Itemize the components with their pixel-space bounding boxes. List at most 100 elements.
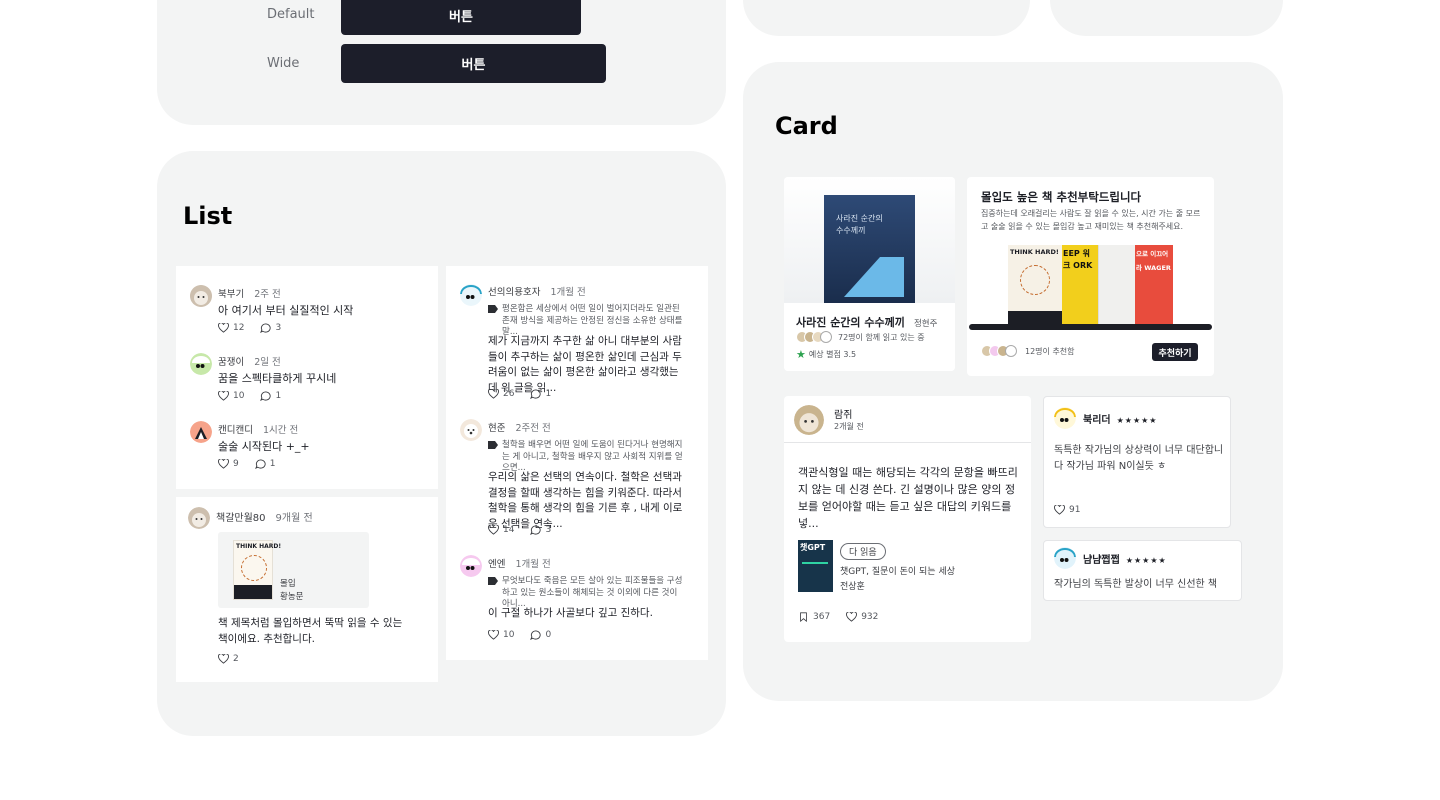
avatar[interactable] bbox=[1054, 547, 1076, 569]
heart-icon[interactable] bbox=[218, 323, 229, 333]
reco-desc: 집중하는데 오래걸리는 사람도 잘 읽을 수 있는, 시간 가는 줄 모르고 술… bbox=[981, 209, 1201, 231]
rating-row: ★ 예상 별점 3.5 bbox=[796, 348, 856, 361]
heart-icon[interactable] bbox=[846, 612, 857, 622]
wide-label: Wide bbox=[267, 56, 300, 71]
post-text: 우리의 삶은 선택의 연속이다. 철학은 선택과 결정을 할때 생각하는 힘을 … bbox=[488, 471, 683, 530]
reader-avatars bbox=[796, 331, 832, 343]
comment-icon[interactable] bbox=[255, 459, 266, 469]
shelf-book-3 bbox=[1098, 245, 1135, 325]
avatar[interactable] bbox=[1054, 407, 1076, 429]
mini-text: 독특한 작가님의 상상력이 너무 대단합니다 작가님 파워 N이실듯 ㅎ bbox=[1054, 445, 1224, 472]
review-divider bbox=[784, 442, 1031, 443]
rating-stars: ★★★★★ bbox=[1116, 416, 1158, 425]
heart-icon[interactable] bbox=[488, 389, 499, 399]
cat-avatar-icon bbox=[794, 405, 824, 435]
mini-review-card[interactable]: 북리더 ★★★★★ 독특한 작가님의 상상력이 너무 대단합니다 작가님 파워 N… bbox=[1043, 396, 1231, 528]
eyes-avatar-icon bbox=[1054, 547, 1076, 569]
comment-meta: 10 0 bbox=[488, 630, 551, 640]
eyes-avatar-icon bbox=[460, 284, 482, 306]
rating-text: 예상 별점 3.5 bbox=[808, 350, 857, 359]
review-text: 책 제목처럼 몰입하면서 뚝딱 읽을 수 있는 책이에요. 추천합니다. bbox=[218, 617, 403, 645]
book-title: 사라진 순간의 수수께끼 bbox=[796, 316, 905, 329]
comment-icon[interactable] bbox=[530, 630, 541, 640]
wide-button[interactable]: 버튼 bbox=[341, 44, 606, 83]
reco-count: 12명이 추천함 bbox=[1025, 346, 1075, 356]
heart-icon[interactable] bbox=[488, 630, 499, 640]
mini-meta: 91 bbox=[1054, 505, 1080, 515]
quote-list-card: 선의의용호자 1개월 전 평온함은 세상에서 어떤 일이 벌어지더라도 일관된 존… bbox=[446, 266, 708, 660]
post-text: 제가 지금까지 추구한 삶 아니 대부분의 사람들이 추구하는 삶이 평온한 삶… bbox=[488, 335, 682, 394]
comment-author: 꿈쟁이 2일 전 bbox=[218, 357, 281, 368]
eyes-avatar-icon bbox=[460, 555, 482, 577]
heart-icon[interactable] bbox=[218, 459, 229, 469]
card-title: Card bbox=[775, 112, 838, 140]
avatar[interactable] bbox=[190, 285, 212, 307]
avatar[interactable] bbox=[460, 284, 482, 306]
mini-author: 냠냠쩝쩝 ★★★★★ bbox=[1083, 555, 1167, 566]
heart-icon[interactable] bbox=[488, 525, 499, 535]
tag-icon bbox=[488, 441, 498, 449]
cover-bar bbox=[234, 585, 272, 599]
comment-author: 북부기 2주 전 bbox=[218, 289, 281, 300]
book-author: 정현주 bbox=[913, 319, 938, 329]
mountain-avatar-icon bbox=[190, 421, 212, 443]
book-author: 황농문 bbox=[280, 592, 304, 602]
comment-icon[interactable] bbox=[260, 323, 271, 333]
heart-icon[interactable] bbox=[1054, 505, 1065, 515]
recommender-avatars bbox=[981, 345, 1017, 357]
avatar[interactable] bbox=[460, 419, 482, 441]
bookmark-icon[interactable] bbox=[798, 612, 809, 622]
avatar[interactable] bbox=[188, 507, 210, 529]
star-icon: ★ bbox=[796, 348, 806, 361]
cover-text: THINK HARD! bbox=[236, 543, 282, 550]
review-meta: 367 932 bbox=[798, 612, 878, 622]
cat-avatar-icon bbox=[188, 507, 210, 529]
book-cover: 사라진 순간의 수수께끼 bbox=[824, 195, 915, 303]
comment-author: 엔엔 1개월 전 bbox=[488, 559, 551, 570]
post-text: 이 구절 하나가 사골보다 깊고 진하다. bbox=[488, 607, 653, 619]
review-book-title: 챗GPT, 질문이 돈이 되는 세상 bbox=[840, 567, 956, 577]
comment-meta: 9 1 bbox=[218, 459, 275, 469]
reco-title: 몰입도 높은 책 추천부탁드립니다 bbox=[981, 190, 1142, 204]
mini-review-card[interactable]: 냠냠쩝쩝 ★★★★★ 작가님의 독특한 발상이 너무 신선한 책 bbox=[1043, 540, 1242, 601]
card-panel: Card 사라진 순간의 수수께끼 사라진 순간의 수수께끼 정현주 72명이 … bbox=[743, 62, 1283, 701]
avatar[interactable] bbox=[794, 405, 824, 435]
comment-meta: 12 3 bbox=[218, 323, 281, 333]
comment-meta: 14 3 bbox=[488, 525, 551, 535]
heart-icon[interactable] bbox=[218, 654, 229, 664]
book-title: 몰입 bbox=[280, 579, 296, 589]
readers-row: 72명이 함께 읽고 있는 중 bbox=[796, 331, 925, 343]
top-panel-stub-left bbox=[743, 0, 1030, 36]
shelf-book-4: 으로 이끄어라 WAGER bbox=[1135, 245, 1173, 325]
comment-icon[interactable] bbox=[530, 525, 541, 535]
comment-text: 술술 시작된다 +_+ bbox=[218, 440, 310, 453]
comment-meta: 10 1 bbox=[218, 391, 281, 401]
heart-icon[interactable] bbox=[218, 391, 229, 401]
book-shelf: THINK HARD! EEP 워크 ORK 으로 이끄어라 WAGER bbox=[969, 245, 1212, 330]
review-text: 객관식형일 때는 해당되는 각각의 문항을 빠뜨리지 않는 데 신경 쓴다. 긴… bbox=[798, 466, 1018, 530]
comment-meta: 26 1 bbox=[488, 389, 551, 399]
avatar[interactable] bbox=[190, 421, 212, 443]
rating-stars: ★★★★★ bbox=[1125, 556, 1167, 565]
comment-icon[interactable] bbox=[260, 391, 271, 401]
comment-icon[interactable] bbox=[530, 389, 541, 399]
avatar[interactable] bbox=[190, 353, 212, 375]
comment-author: 현준 2주전 전 bbox=[488, 423, 551, 434]
book-card[interactable]: 사라진 순간의 수수께끼 사라진 순간의 수수께끼 정현주 72명이 함께 읽고… bbox=[784, 177, 955, 371]
mini-author: 북리더 ★★★★★ bbox=[1083, 415, 1158, 426]
comment-list-card: 북부기 2주 전 아 여기서 부터 실질적인 시작 12 3 꿈쟁이 2일 전 꿈을… bbox=[176, 266, 438, 489]
read-status-chip: 다 읽음 bbox=[840, 543, 886, 560]
review-time: 2개월 전 bbox=[834, 422, 864, 431]
comment-author: 선의의용호자 1개월 전 bbox=[488, 287, 586, 298]
review-card[interactable]: 람쥐 2개월 전 객관식형일 때는 해당되는 각각의 문항을 빠뜨리지 않는 데… bbox=[784, 396, 1031, 642]
list-title: List bbox=[183, 202, 233, 230]
cover-line1: 사라진 순간의 bbox=[836, 214, 883, 223]
cover-circle bbox=[241, 555, 267, 581]
comment-text: 꿈을 스펙타클하게 꾸시네 bbox=[218, 372, 337, 385]
recommend-button[interactable]: 추천하기 bbox=[1152, 343, 1198, 361]
avatar[interactable] bbox=[460, 555, 482, 577]
recommend-card[interactable]: 몰입도 높은 책 추천부탁드립니다 집중하는데 오래걸리는 사람도 잘 읽을 수… bbox=[967, 177, 1214, 376]
book-snippet[interactable]: THINK HARD! 몰입 황농문 bbox=[218, 532, 369, 608]
default-button[interactable]: 버튼 bbox=[341, 0, 581, 35]
tag-icon bbox=[488, 577, 498, 585]
